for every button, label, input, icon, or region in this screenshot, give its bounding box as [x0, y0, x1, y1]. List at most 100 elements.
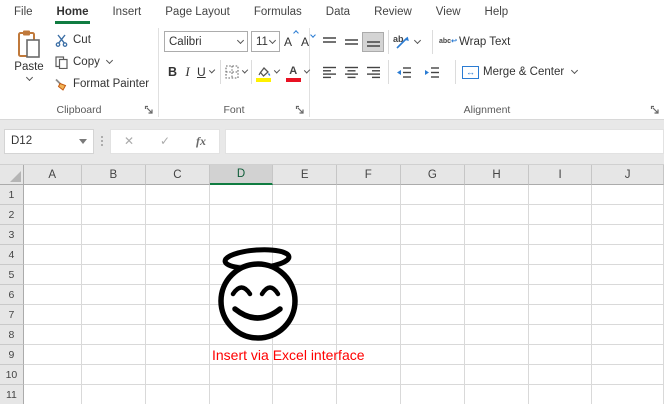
cell-C6[interactable] [146, 285, 210, 305]
row-header-2[interactable]: 2 [0, 205, 24, 225]
font-name-combobox[interactable]: Calibri [164, 31, 248, 52]
cell-G1[interactable] [401, 185, 466, 205]
cell-J11[interactable] [592, 385, 664, 404]
cell-B8[interactable] [82, 325, 147, 345]
column-header-C[interactable]: C [146, 165, 210, 185]
merge-center-button[interactable]: ↔ Merge & Center [462, 66, 577, 79]
row-header-1[interactable]: 1 [0, 185, 24, 205]
font-name-chevron[interactable] [237, 36, 244, 43]
cell-F10[interactable] [337, 365, 401, 385]
increase-indent-button[interactable] [421, 62, 443, 82]
cell-C8[interactable] [146, 325, 210, 345]
cell-D1[interactable] [210, 185, 274, 205]
cell-H3[interactable] [465, 225, 529, 245]
cell-F7[interactable] [337, 305, 401, 325]
cell-D10[interactable] [210, 365, 274, 385]
cell-I6[interactable] [529, 285, 593, 305]
tab-page-layout[interactable]: Page Layout [153, 0, 242, 24]
paste-dropdown-chevron[interactable] [25, 74, 32, 81]
cell-C10[interactable] [146, 365, 210, 385]
row-header-7[interactable]: 7 [0, 305, 24, 325]
cell-G6[interactable] [401, 285, 466, 305]
tab-view[interactable]: View [424, 0, 473, 24]
cell-J6[interactable] [592, 285, 664, 305]
cell-A10[interactable] [24, 365, 82, 385]
cell-E10[interactable] [273, 365, 337, 385]
row-header-4[interactable]: 4 [0, 245, 24, 265]
column-header-F[interactable]: F [337, 165, 401, 185]
cell-I5[interactable] [529, 265, 593, 285]
insert-function-icon[interactable]: fx [196, 134, 206, 149]
cancel-icon[interactable]: ✕ [124, 134, 134, 148]
font-color-button[interactable]: A [286, 62, 309, 82]
fill-color-chevron[interactable] [274, 67, 281, 74]
center-button[interactable] [340, 62, 362, 82]
cell-J2[interactable] [592, 205, 664, 225]
cell-C11[interactable] [146, 385, 210, 404]
borders-chevron[interactable] [242, 67, 249, 74]
cell-H9[interactable] [465, 345, 529, 365]
tab-insert[interactable]: Insert [100, 0, 153, 24]
cell-J3[interactable] [592, 225, 664, 245]
column-header-A[interactable]: A [24, 165, 82, 185]
cell-F11[interactable] [337, 385, 401, 404]
cell-E3[interactable] [273, 225, 337, 245]
middle-align-button[interactable] [340, 32, 362, 52]
paste-button[interactable]: Paste [7, 29, 51, 95]
cell-E1[interactable] [273, 185, 337, 205]
underline-button[interactable]: U [195, 62, 216, 82]
cell-G9[interactable] [401, 345, 466, 365]
cell-J4[interactable] [592, 245, 664, 265]
column-header-J[interactable]: J [592, 165, 664, 185]
align-left-button[interactable] [318, 62, 340, 82]
name-box[interactable]: D12 [4, 129, 94, 154]
wrap-text-button[interactable]: ab c↩ Wrap Text [439, 36, 510, 48]
merge-center-chevron[interactable] [571, 67, 578, 74]
cell-G3[interactable] [401, 225, 466, 245]
cell-F2[interactable] [337, 205, 401, 225]
cell-I11[interactable] [529, 385, 593, 404]
name-box-dropdown-icon[interactable] [79, 139, 87, 144]
cell-D3[interactable] [210, 225, 274, 245]
column-header-D[interactable]: D [210, 165, 274, 185]
orientation-button[interactable]: ab [393, 33, 420, 51]
tab-file[interactable]: File [2, 0, 45, 24]
cell-I8[interactable] [529, 325, 593, 345]
cell-H2[interactable] [465, 205, 529, 225]
cell-H8[interactable] [465, 325, 529, 345]
tab-home[interactable]: Home [45, 0, 101, 24]
row-header-9[interactable]: 9 [0, 345, 24, 365]
cell-F6[interactable] [337, 285, 401, 305]
cell-B3[interactable] [82, 225, 147, 245]
cell-J7[interactable] [592, 305, 664, 325]
cell-J10[interactable] [592, 365, 664, 385]
select-all-corner[interactable] [0, 165, 24, 185]
orientation-chevron[interactable] [414, 37, 421, 44]
cell-I3[interactable] [529, 225, 593, 245]
cell-F5[interactable] [337, 265, 401, 285]
cell-I1[interactable] [529, 185, 593, 205]
cell-G11[interactable] [401, 385, 466, 404]
cell-D11[interactable] [210, 385, 274, 404]
cell-B11[interactable] [82, 385, 147, 404]
cell-E2[interactable] [273, 205, 337, 225]
top-align-button[interactable] [318, 32, 340, 52]
tab-review[interactable]: Review [362, 0, 424, 24]
decrease-indent-button[interactable] [393, 62, 415, 82]
cell-G5[interactable] [401, 265, 466, 285]
cell-H4[interactable] [465, 245, 529, 265]
cell-H7[interactable] [465, 305, 529, 325]
cell-C3[interactable] [146, 225, 210, 245]
cell-A9[interactable] [24, 345, 82, 365]
copy-button[interactable]: Copy [53, 51, 149, 73]
cell-A3[interactable] [24, 225, 82, 245]
cell-H1[interactable] [465, 185, 529, 205]
cell-B1[interactable] [82, 185, 147, 205]
tab-data[interactable]: Data [314, 0, 362, 24]
cell-A4[interactable] [24, 245, 82, 265]
cell-B5[interactable] [82, 265, 147, 285]
italic-button[interactable]: I [180, 62, 195, 82]
cell-B6[interactable] [82, 285, 147, 305]
copy-dropdown-chevron[interactable] [106, 57, 113, 64]
cell-I9[interactable] [529, 345, 593, 365]
